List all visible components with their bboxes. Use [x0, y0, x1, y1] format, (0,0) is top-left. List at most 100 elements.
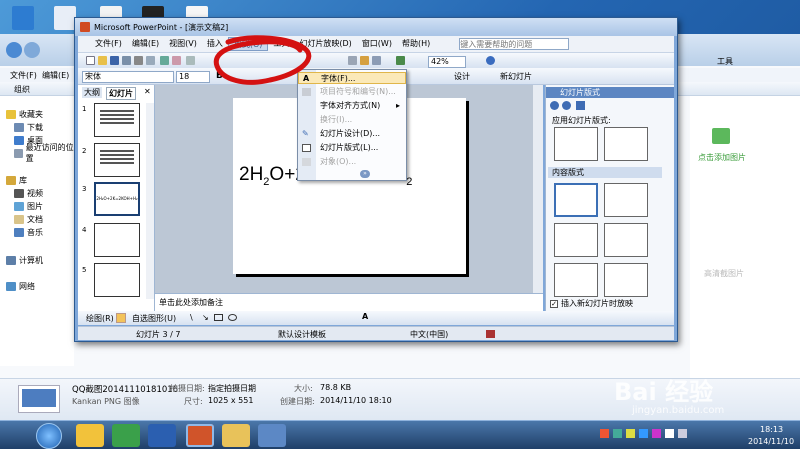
layout-thumbnail[interactable]: [554, 263, 598, 297]
canvas-scrollbar[interactable]: [533, 85, 543, 293]
volume-icon[interactable]: [678, 429, 687, 438]
nav-item-music[interactable]: 音乐: [14, 226, 43, 238]
color-icon[interactable]: [396, 56, 405, 65]
pane-scrollbar[interactable]: [146, 103, 154, 299]
select-objects-icon[interactable]: [116, 313, 126, 323]
clock-time[interactable]: 18:13: [760, 425, 783, 434]
menu-window[interactable]: 窗口(W): [357, 37, 397, 51]
nav-item-recent[interactable]: 最近访问的位置: [14, 143, 74, 163]
menu-item-slide-design[interactable]: ✎ 幻灯片设计(D)...: [298, 128, 406, 140]
menu-help[interactable]: 帮助(H): [397, 37, 435, 51]
layout-thumbnail[interactable]: [604, 183, 648, 217]
back-button[interactable]: [6, 42, 22, 58]
start-button[interactable]: [36, 423, 62, 449]
save-icon[interactable]: [110, 56, 119, 65]
taken-value[interactable]: 指定拍摄日期: [208, 383, 256, 394]
taskbar-app-shield[interactable]: [112, 424, 140, 447]
slide-thumbnail-3[interactable]: 2H₂O+2K=2KOH+H₂: [94, 182, 140, 216]
nav-item-computer[interactable]: 计算机: [6, 254, 43, 266]
menu-item-font-alignment[interactable]: 字体对齐方式(N) ▸: [298, 100, 406, 112]
layout-thumbnail[interactable]: [554, 127, 598, 161]
menu-file[interactable]: 文件(F): [90, 37, 127, 51]
slide-thumbnail-4[interactable]: [94, 223, 140, 257]
show-on-insert-checkbox[interactable]: ✓: [550, 299, 558, 308]
taskpane-checkbox-row[interactable]: ✓ 插入新幻灯片时放映: [550, 298, 633, 309]
forward-button[interactable]: [24, 42, 40, 58]
menu-insert[interactable]: 插入: [202, 37, 228, 51]
tray-icon[interactable]: [639, 429, 648, 438]
taskpane-forward-icon[interactable]: [562, 101, 571, 110]
oval-icon[interactable]: [228, 314, 237, 321]
nav-item-pictures[interactable]: 图片: [14, 200, 43, 212]
menu-slideshow[interactable]: 幻灯片放映(D): [294, 37, 356, 51]
autoshapes-button[interactable]: 自选图形(U): [132, 313, 176, 324]
menu-tools[interactable]: 工具: [268, 37, 294, 51]
organize-button[interactable]: 组织: [14, 84, 30, 95]
bold-icon[interactable]: B: [216, 71, 223, 81]
menu-item-slide-layout[interactable]: 幻灯片版式(L)...: [298, 142, 406, 154]
taskbar-app-powerpoint[interactable]: [186, 424, 214, 447]
nav-item-documents[interactable]: 文档: [14, 213, 43, 225]
tray-icon[interactable]: [665, 429, 674, 438]
open-icon[interactable]: [98, 56, 107, 65]
add-picture-link[interactable]: 点击添加图片: [698, 152, 746, 163]
clock-date[interactable]: 2014/11/10: [748, 437, 794, 446]
nav-item-downloads[interactable]: 下载: [14, 121, 43, 133]
add-picture-icon[interactable]: [712, 128, 730, 144]
menu-view[interactable]: 视图(V): [164, 37, 202, 51]
layout-thumbnail[interactable]: [554, 223, 598, 257]
rectangle-icon[interactable]: [214, 314, 223, 321]
taskbar-app-explorer[interactable]: [222, 424, 250, 447]
desktop-icon[interactable]: [54, 6, 76, 30]
menu-format[interactable]: 格式(O): [227, 37, 269, 51]
nav-item-network[interactable]: 网络: [6, 280, 35, 292]
help-search-input[interactable]: [459, 38, 570, 50]
nav-item-libraries[interactable]: 库: [6, 174, 27, 186]
print-icon[interactable]: [134, 56, 143, 65]
menu-edit[interactable]: 编辑(E): [127, 37, 164, 51]
slide-thumbnail-1[interactable]: [94, 103, 140, 137]
tab-slides[interactable]: 幻灯片: [106, 87, 136, 100]
layout-thumbnail[interactable]: [604, 127, 648, 161]
taskbar-app-image[interactable]: [258, 424, 286, 447]
new-slide-button[interactable]: 新幻灯片: [500, 71, 532, 82]
cut-icon[interactable]: [186, 56, 195, 65]
nav-item-favorites[interactable]: 收藏夹: [6, 108, 43, 120]
font-color-draw-icon[interactable]: A: [362, 312, 368, 321]
font-name-combo[interactable]: 宋体: [82, 71, 174, 83]
nav-item-videos[interactable]: 视频: [14, 187, 43, 199]
explorer-menu-edit[interactable]: 编辑(E): [42, 70, 69, 81]
taskbar-app-word[interactable]: [148, 424, 176, 447]
tab-outline[interactable]: 大纲: [82, 87, 102, 98]
explorer-menu-file[interactable]: 文件(F): [10, 70, 37, 81]
layout-thumbnail[interactable]: [604, 223, 648, 257]
close-pane-icon[interactable]: ✕: [144, 87, 151, 96]
taskbar-app-qq[interactable]: [76, 424, 104, 447]
spelling-icon[interactable]: [160, 56, 169, 65]
chart-icon[interactable]: [360, 56, 369, 65]
layout-thumbnail[interactable]: [604, 263, 648, 297]
menu-item-bullets[interactable]: 项目符号和编号(N)...: [298, 86, 406, 98]
table-icon[interactable]: [348, 56, 357, 65]
research-icon[interactable]: [172, 56, 181, 65]
zoom-combo[interactable]: 42%: [428, 56, 466, 68]
slide-thumbnail-2[interactable]: [94, 143, 140, 177]
menu-item-object[interactable]: 对象(O)...: [298, 156, 406, 168]
permission-icon[interactable]: [122, 56, 131, 65]
explorer-menu-tools[interactable]: 工具: [717, 56, 733, 67]
taskpane-back-icon[interactable]: [550, 101, 559, 110]
layout-thumbnail-selected[interactable]: [554, 183, 598, 217]
expand-menu-icon[interactable]: »: [360, 170, 370, 178]
help-icon[interactable]: [486, 56, 495, 65]
tray-icon[interactable]: [626, 429, 635, 438]
notes-pane[interactable]: 单击此处添加备注: [155, 293, 543, 311]
desktop-icon[interactable]: [12, 6, 34, 30]
preview-icon[interactable]: [146, 56, 155, 65]
menu-item-font[interactable]: A 字体(F)...: [298, 72, 406, 84]
slide-thumbnail-5[interactable]: [94, 263, 140, 297]
draw-menu-button[interactable]: 绘图(R): [86, 313, 114, 324]
tray-icon[interactable]: [613, 429, 622, 438]
taskpane-home-icon[interactable]: [576, 101, 585, 110]
font-size-combo[interactable]: 18: [176, 71, 210, 83]
design-button[interactable]: 设计: [454, 71, 470, 82]
